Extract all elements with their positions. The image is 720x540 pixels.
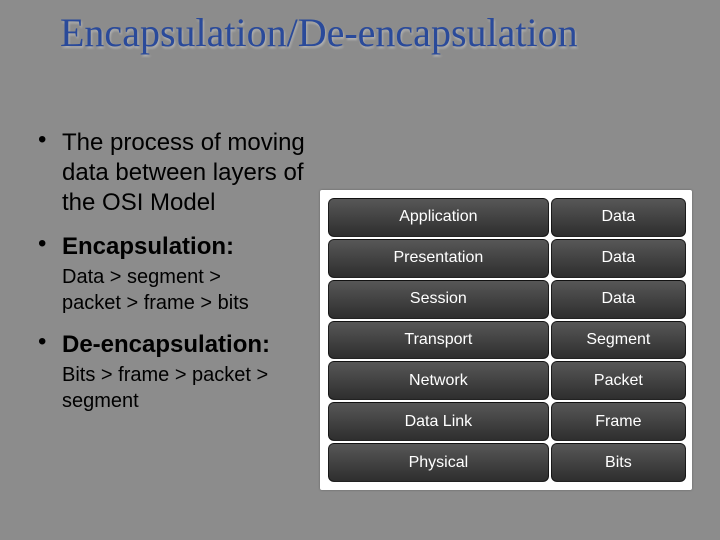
layer-pdu: Bits (551, 443, 686, 482)
deencap-body: Bits > frame > packet > segment (62, 362, 310, 414)
layer-pdu: Frame (551, 402, 686, 441)
table-row: PresentationData (328, 239, 684, 278)
layer-pdu: Packet (551, 361, 686, 400)
layer-pdu: Data (551, 280, 686, 319)
osi-layers-figure: ApplicationData PresentationData Session… (320, 190, 692, 490)
layer-name: Network (328, 361, 549, 400)
table-row: TransportSegment (328, 321, 684, 360)
layer-pdu: Data (551, 239, 686, 278)
layer-name: Application (328, 198, 549, 237)
osi-stack: ApplicationData PresentationData Session… (320, 190, 692, 490)
table-row: NetworkPacket (328, 361, 684, 400)
table-row: SessionData (328, 280, 684, 319)
encap-body: Data > segment > packet > frame > bits (62, 264, 262, 316)
bullet-list: The process of moving data between layer… (30, 128, 310, 428)
table-row: PhysicalBits (328, 443, 684, 482)
bullet-intro: The process of moving data between layer… (30, 128, 310, 218)
table-row: Data LinkFrame (328, 402, 684, 441)
bullet-deencapsulation: De-encapsulation: Bits > frame > packet … (30, 330, 310, 414)
layer-pdu: Segment (551, 321, 686, 360)
encap-heading: Encapsulation: (62, 233, 234, 260)
bullet-encapsulation: Encapsulation: Data > segment > packet >… (30, 232, 310, 316)
layer-name: Session (328, 280, 549, 319)
layer-name: Physical (328, 443, 549, 482)
deencap-heading: De-encapsulation: (62, 331, 270, 358)
layer-pdu: Data (551, 198, 686, 237)
layer-name: Presentation (328, 239, 549, 278)
table-row: ApplicationData (328, 198, 684, 237)
layer-name: Data Link (328, 402, 549, 441)
slide-title: Encapsulation/De-encapsulation (60, 10, 660, 56)
layer-name: Transport (328, 321, 549, 360)
